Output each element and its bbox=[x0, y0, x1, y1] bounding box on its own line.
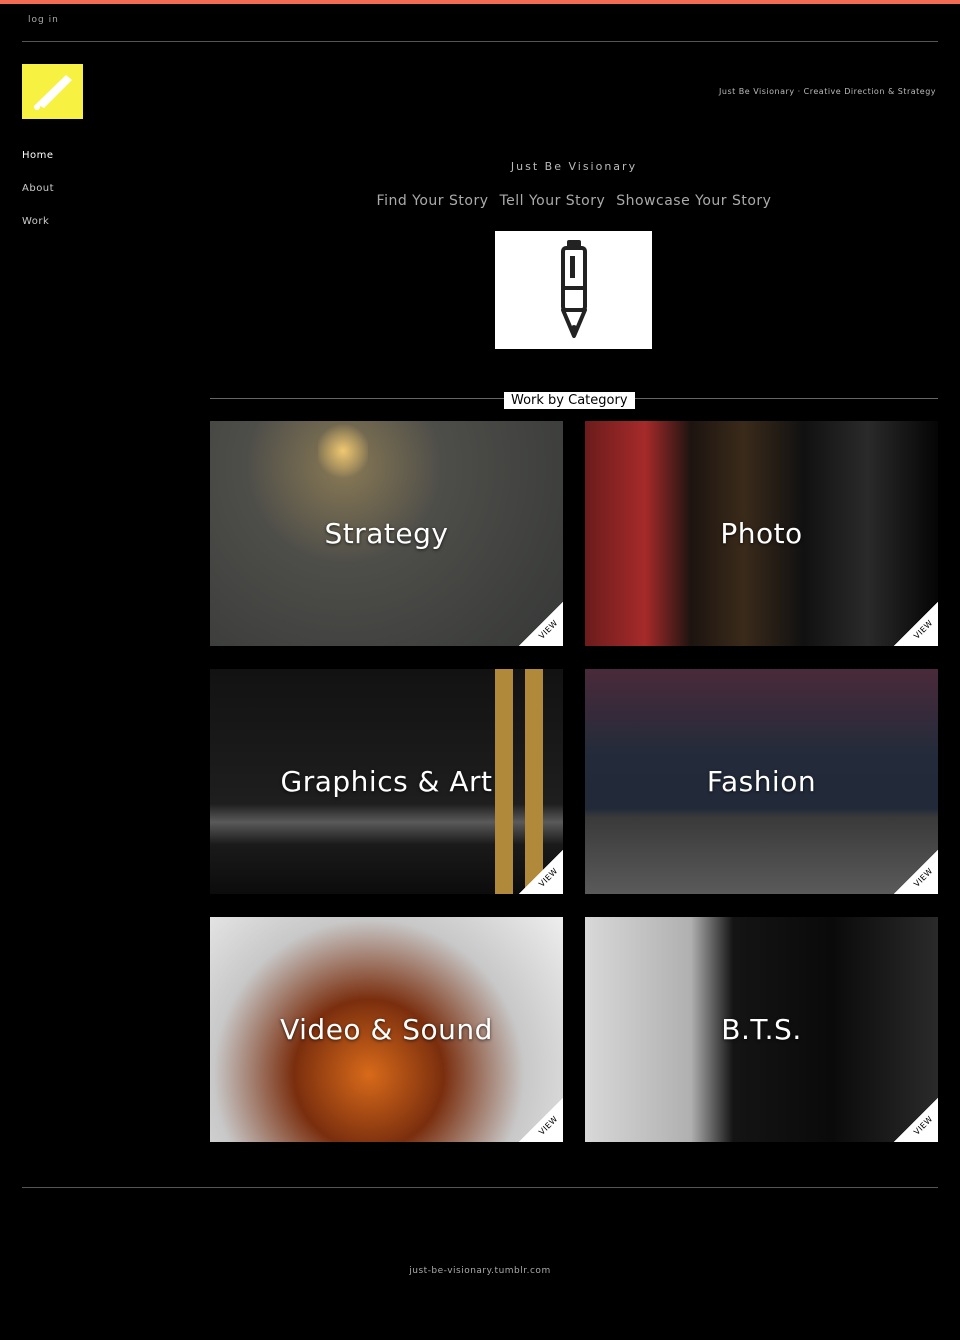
tile-label: Photo bbox=[720, 517, 803, 550]
motto-find: Find Your Story bbox=[376, 193, 489, 209]
motto-showcase: Showcase Your Story bbox=[616, 193, 772, 209]
category-tile-video-sound[interactable]: Video & Sound VIEW bbox=[210, 917, 563, 1142]
motto-tell: Tell Your Story bbox=[499, 193, 606, 209]
sidebar-nav: Home About Work bbox=[22, 150, 54, 249]
hero-mottos: Find Your Story Tell Your Story Showcase… bbox=[210, 193, 938, 209]
nav-item-home[interactable]: Home bbox=[22, 150, 54, 161]
header-divider bbox=[22, 41, 938, 42]
nav-item-about[interactable]: About bbox=[22, 183, 54, 194]
tile-label: Strategy bbox=[324, 517, 449, 550]
hero-subtitle: Just Be Visionary bbox=[510, 160, 638, 173]
pen-stroke-icon bbox=[33, 74, 72, 110]
tile-label: Graphics & Art bbox=[280, 765, 493, 798]
category-tile-strategy[interactable]: Strategy VIEW bbox=[210, 421, 563, 646]
category-tile-fashion[interactable]: Fashion VIEW bbox=[585, 669, 938, 894]
pen-icon bbox=[560, 240, 587, 338]
accent-top-bar bbox=[0, 0, 960, 4]
hero-image bbox=[495, 231, 652, 349]
category-tile-bts[interactable]: B.T.S. VIEW bbox=[585, 917, 938, 1142]
tile-label: Video & Sound bbox=[280, 1013, 493, 1046]
tile-label: B.T.S. bbox=[721, 1013, 802, 1046]
category-tile-photo[interactable]: Photo VIEW bbox=[585, 421, 938, 646]
site-logo[interactable] bbox=[22, 64, 83, 119]
nav-item-work[interactable]: Work bbox=[22, 216, 54, 227]
footer-divider bbox=[22, 1187, 938, 1188]
footer-link[interactable]: just-be-visionary.tumblr.com bbox=[0, 1266, 960, 1276]
category-tile-graphics-art[interactable]: Graphics & Art VIEW bbox=[210, 669, 563, 894]
tile-label: Fashion bbox=[706, 765, 817, 798]
section-title: Work by Category bbox=[504, 392, 635, 409]
login-link[interactable]: log in bbox=[28, 15, 59, 25]
site-tagline: Just Be Visionary · Creative Direction &… bbox=[719, 87, 936, 96]
